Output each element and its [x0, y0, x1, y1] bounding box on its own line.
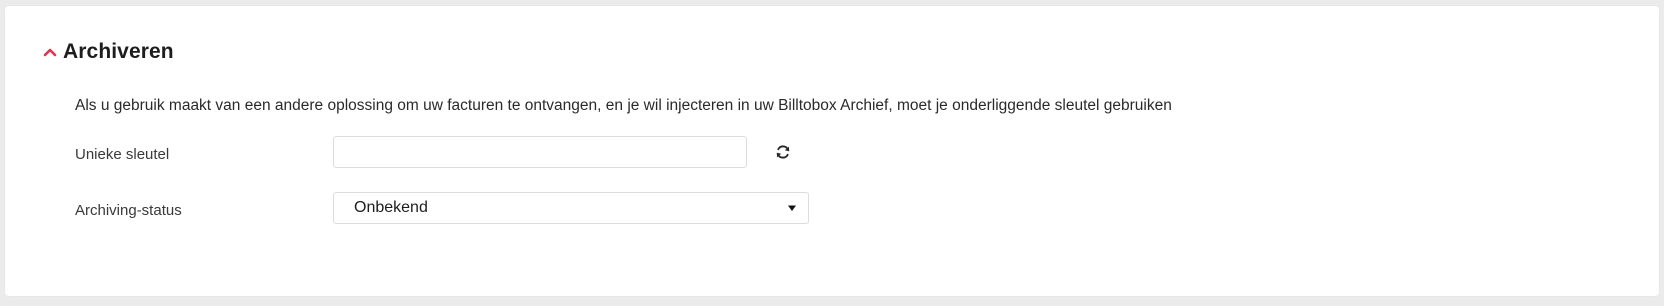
section-description: Als u gebruik maakt van een andere oplos… — [75, 97, 1172, 114]
unique-key-input[interactable] — [333, 136, 747, 168]
section-title: Archiveren — [63, 40, 174, 63]
caret-down-icon — [786, 202, 798, 214]
unique-key-label: Unieke sleutel — [75, 146, 170, 163]
archive-panel: Archiveren Als u gebruik maakt van een a… — [5, 6, 1659, 296]
archiving-status-select[interactable]: Onbekend — [333, 192, 809, 224]
chevron-up-icon — [41, 43, 59, 61]
section-header-toggle[interactable]: Archiveren — [41, 36, 174, 68]
archiving-status-label: Archiving-status — [75, 202, 182, 219]
refresh-icon[interactable] — [773, 142, 793, 162]
archiving-status-value: Onbekend — [354, 199, 428, 216]
